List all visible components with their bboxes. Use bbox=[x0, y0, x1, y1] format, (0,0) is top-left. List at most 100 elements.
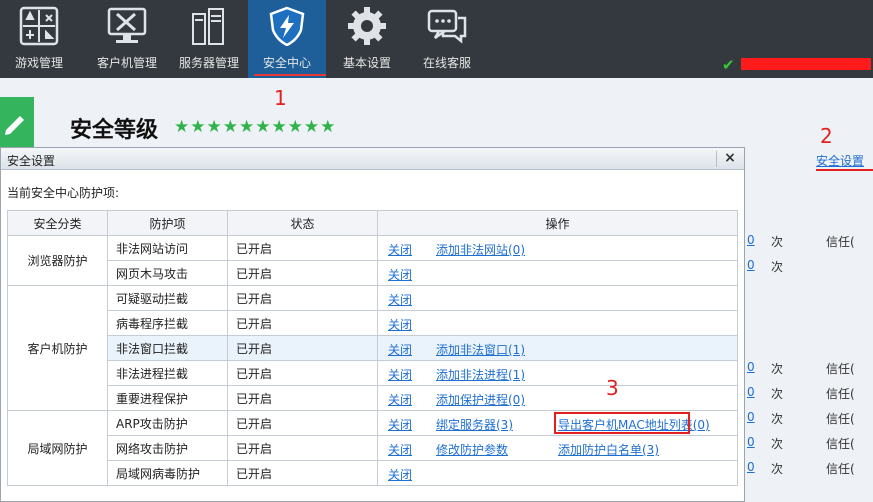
close-protection-link[interactable]: 关闭 bbox=[388, 341, 412, 358]
close-icon[interactable]: × bbox=[721, 150, 739, 168]
operations-cell: 关闭 添加非法进程(1) bbox=[377, 360, 738, 386]
annotation-number-2: 2 bbox=[820, 124, 833, 148]
table-row: 网页木马攻击 已开启 关闭 bbox=[8, 260, 738, 286]
nav-item-4[interactable]: 基本设置 bbox=[328, 0, 406, 78]
operations-cell: 关闭 bbox=[377, 310, 738, 336]
nav-label: 游戏管理 bbox=[14, 56, 63, 70]
table-row: 局域网防护 ARP攻击防护 已开启 关闭 绑定服务器(3) 导出客户机MAC地址列表(0) bbox=[7, 410, 738, 486]
nav-item-3[interactable]: 安全中心 bbox=[248, 0, 326, 78]
annotation-highlight-box bbox=[554, 412, 690, 434]
item-cell: 非法窗口拦截 bbox=[107, 335, 228, 361]
operation-link[interactable]: 添加防护白名单(3) bbox=[558, 441, 659, 458]
games-icon bbox=[19, 6, 59, 46]
bg-count-link[interactable]: 0 bbox=[747, 385, 755, 399]
annotation-number-1: 1 bbox=[274, 86, 287, 110]
status-check-icon: ✔ bbox=[722, 56, 735, 74]
gear-icon bbox=[348, 7, 386, 45]
bg-unit: 次 bbox=[771, 387, 784, 401]
operation-link[interactable]: 修改防护参数 bbox=[436, 441, 508, 458]
nav-item-0[interactable]: 游戏管理 bbox=[0, 0, 78, 78]
close-protection-link[interactable]: 关闭 bbox=[388, 441, 412, 458]
operation-link[interactable]: 添加保护进程(0) bbox=[436, 391, 525, 408]
close-protection-link[interactable]: 关闭 bbox=[388, 416, 412, 433]
table-row: 浏览器防护 非法网站访问 已开启 关闭 添加非法网站(0) bbox=[7, 235, 738, 286]
category-cell: 浏览器防护 bbox=[7, 235, 108, 286]
item-cell: 非法进程拦截 bbox=[107, 360, 228, 386]
bg-count-link[interactable]: 0 bbox=[747, 360, 755, 374]
bg-count-link[interactable]: 0 bbox=[747, 233, 755, 247]
table-row: 局域网病毒防护 已开启 关闭 bbox=[8, 460, 738, 486]
close-protection-link[interactable]: 关闭 bbox=[388, 241, 412, 258]
bg-trust[interactable]: 信任( bbox=[826, 460, 855, 477]
dialog-title: 安全设置 bbox=[7, 154, 56, 168]
edit-icon[interactable] bbox=[0, 97, 34, 147]
bg-count-link[interactable]: 0 bbox=[747, 435, 755, 449]
nav-label: 安全中心 bbox=[262, 56, 311, 70]
status-cell: 已开启 bbox=[227, 335, 378, 361]
operation-link[interactable]: 添加非法网站(0) bbox=[436, 241, 525, 258]
operation-link[interactable]: 添加非法进程(1) bbox=[436, 366, 525, 383]
status-cell: 已开启 bbox=[227, 410, 378, 436]
security-settings-dialog: 安全设置 × 当前安全中心防护项: 安全分类 防护项 状态 操作 浏览器防护 非法… bbox=[0, 147, 745, 502]
bg-trust[interactable]: 信任( bbox=[826, 360, 855, 377]
annotation-number-3: 3 bbox=[606, 376, 619, 400]
operations-cell: 关闭 添加非法窗口(1) bbox=[377, 335, 738, 361]
bg-trust[interactable]: 信任( bbox=[826, 233, 855, 250]
security-level-stars: ★★★★★★★★★★ bbox=[174, 117, 337, 137]
close-protection-link[interactable]: 关闭 bbox=[388, 316, 412, 333]
nav-label: 客户机管理 bbox=[96, 56, 157, 70]
bg-unit: 次 bbox=[771, 462, 784, 476]
annotation-underline bbox=[816, 169, 873, 171]
nav-item-1[interactable]: 客户机管理 bbox=[88, 0, 166, 78]
nav-label: 在线客服 bbox=[422, 56, 471, 70]
close-protection-link[interactable]: 关闭 bbox=[388, 266, 412, 283]
table-row: 网络攻击防护 已开启 关闭 修改防护参数 添加防护白名单(3) bbox=[8, 435, 738, 461]
nav-item-5[interactable]: 在线客服 bbox=[408, 0, 486, 78]
bg-count-link[interactable]: 0 bbox=[747, 410, 755, 424]
nav-item-2[interactable]: 服务器管理 bbox=[170, 0, 248, 78]
operations-cell: 关闭 绑定服务器(3) 导出客户机MAC地址列表(0) bbox=[377, 410, 738, 436]
bg-trust[interactable]: 信任( bbox=[826, 385, 855, 402]
bg-unit: 次 bbox=[771, 412, 784, 426]
status-cell: 已开启 bbox=[227, 285, 378, 311]
close-protection-link[interactable]: 关闭 bbox=[388, 291, 412, 308]
nav-label: 基本设置 bbox=[342, 56, 391, 70]
status-cell: 已开启 bbox=[227, 310, 378, 336]
bg-trust[interactable]: 信任( bbox=[826, 410, 855, 427]
security-settings-link[interactable]: 安全设置 bbox=[816, 152, 864, 169]
item-cell: 局域网病毒防护 bbox=[107, 460, 228, 486]
status-cell: 已开启 bbox=[227, 460, 378, 486]
status-cell: 已开启 bbox=[227, 385, 378, 411]
close-protection-link[interactable]: 关闭 bbox=[388, 466, 412, 483]
bg-count-link[interactable]: 0 bbox=[747, 460, 755, 474]
nav-label: 服务器管理 bbox=[178, 56, 239, 70]
shield-bolt-icon bbox=[269, 6, 305, 46]
header-operations: 操作 bbox=[377, 210, 738, 236]
security-level-title: 安全等级 bbox=[70, 118, 159, 143]
status-cell: 已开启 bbox=[227, 260, 378, 286]
operations-cell: 关闭 bbox=[377, 285, 738, 311]
table-row: 非法窗口拦截 已开启 关闭 添加非法窗口(1) bbox=[8, 335, 738, 361]
client-monitor-icon bbox=[107, 7, 147, 43]
status-cell: 已开启 bbox=[227, 435, 378, 461]
close-protection-link[interactable]: 关闭 bbox=[388, 366, 412, 383]
item-cell: 网页木马攻击 bbox=[107, 260, 228, 286]
status-cell: 已开启 bbox=[227, 235, 378, 261]
protection-table: 安全分类 防护项 状态 操作 浏览器防护 非法网站访问 已开启 关闭 添加非法网站(0)… bbox=[7, 210, 738, 486]
operation-link[interactable]: 绑定服务器(3) bbox=[436, 416, 513, 433]
bg-trust[interactable]: 信任( bbox=[826, 435, 855, 452]
server-icon bbox=[192, 8, 224, 45]
bg-unit: 次 bbox=[771, 260, 784, 274]
header-item: 防护项 bbox=[107, 210, 228, 236]
table-row: 重要进程保护 已开启 关闭 添加保护进程(0) bbox=[8, 385, 738, 411]
bg-count-link[interactable]: 0 bbox=[747, 258, 755, 272]
bg-unit: 次 bbox=[771, 437, 784, 451]
active-tab-underline bbox=[254, 74, 326, 76]
item-cell: ARP攻击防护 bbox=[107, 410, 228, 436]
status-redacted-bar bbox=[741, 58, 871, 70]
table-row: 客户机防护 可疑驱动拦截 已开启 关闭 bbox=[7, 285, 738, 411]
close-protection-link[interactable]: 关闭 bbox=[388, 391, 412, 408]
operation-link[interactable]: 添加非法窗口(1) bbox=[436, 341, 525, 358]
item-cell: 病毒程序拦截 bbox=[107, 310, 228, 336]
operations-cell: 关闭 添加非法网站(0) bbox=[377, 235, 738, 261]
